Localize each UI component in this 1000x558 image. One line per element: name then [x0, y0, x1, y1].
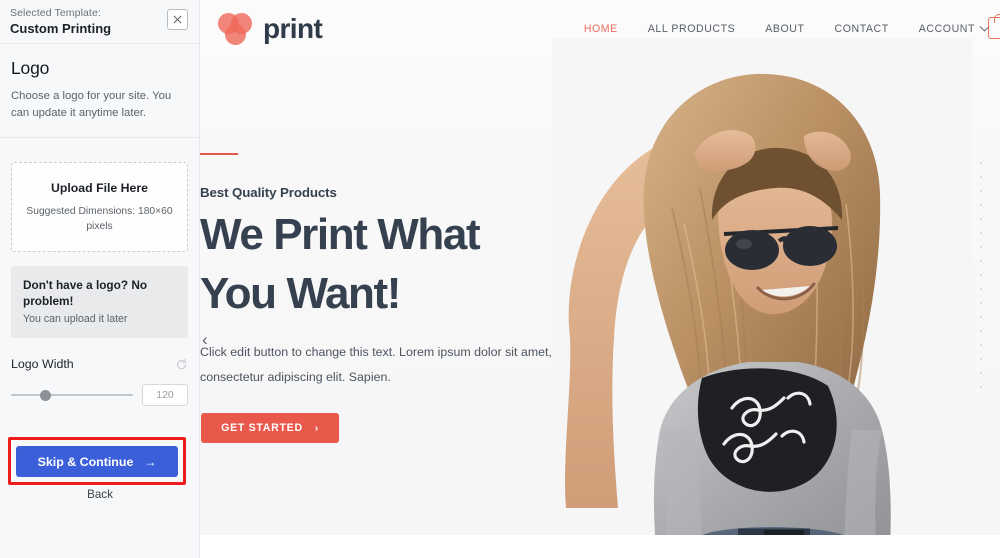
logo-width-input[interactable] [142, 384, 188, 406]
slider-track [11, 394, 133, 396]
nav-item-about[interactable]: ABOUT [765, 23, 804, 35]
chevron-right-icon: › [314, 422, 319, 434]
nav-label: CONTACT [834, 23, 889, 35]
hero-eyebrow: Best Quality Products [200, 185, 337, 200]
selected-template-label: Selected Template: [10, 7, 101, 19]
hero-photo [552, 38, 972, 558]
get-started-label: GET STARTED [221, 422, 303, 434]
footer-strip [200, 535, 1000, 558]
upload-title: Upload File Here [50, 180, 149, 195]
logo-width-row: Logo Width [11, 357, 188, 371]
sidebar-header: Selected Template: Custom Printing [0, 0, 199, 44]
no-logo-subtitle: You can upload it later [23, 313, 128, 325]
logo-width-label: Logo Width [11, 357, 74, 371]
no-logo-notice: Don't have a logo? No problem! You can u… [11, 266, 188, 338]
back-link[interactable]: Back [0, 488, 200, 501]
three-circles-logo-icon [218, 12, 256, 46]
accent-line [200, 153, 238, 155]
hero-headline-line-1: We Print What [200, 210, 481, 259]
selected-template-name: Custom Printing [10, 21, 112, 36]
logo-width-slider[interactable] [11, 388, 133, 402]
get-started-button[interactable]: GET STARTED › [201, 413, 339, 443]
hero-description: Click edit button to change this text. L… [200, 345, 552, 384]
nav-menu: HOME ALL PRODUCTS ABOUT CONTACT ACCOUNT [584, 21, 1000, 35]
nav-item-all-products[interactable]: ALL PRODUCTS [648, 23, 735, 35]
carousel-prev-arrow-icon[interactable]: ‹ [202, 331, 208, 348]
nav-label: HOME [583, 23, 618, 35]
sidebar-step-intro: Logo Choose a logo for your site. You ca… [0, 44, 199, 121]
site-logo[interactable]: print [218, 12, 323, 46]
hero-headline-line-2: You Want! [200, 269, 401, 318]
nav-item-account[interactable]: ACCOUNT [918, 21, 990, 35]
nav-label: ALL PRODUCTS [647, 23, 736, 35]
reset-icon[interactable] [175, 358, 188, 371]
nav-label: ACCOUNT [918, 23, 975, 35]
skip-button-label: Skip & Continue [37, 454, 134, 469]
shopping-bag-icon[interactable] [988, 13, 1000, 39]
no-logo-title: Don't have a logo? No problem! [23, 278, 148, 308]
close-icon[interactable] [167, 9, 188, 30]
arrow-right-icon: → [144, 454, 157, 469]
nav-item-contact[interactable]: CONTACT [835, 23, 889, 35]
setup-wizard-sidebar: Selected Template: Custom Printing Logo … [0, 0, 200, 558]
hero-copy: Best Quality Products We Print What You … [200, 153, 600, 443]
website-preview: print HOME ALL PRODUCTS ABOUT CONTACT AC… [200, 0, 1000, 558]
app-root: Selected Template: Custom Printing Logo … [0, 0, 1000, 558]
nav-label: ABOUT [765, 23, 805, 35]
hero-section: Best Quality Products We Print What You … [200, 38, 1000, 558]
nav-item-home[interactable]: HOME [584, 23, 618, 35]
slider-thumb[interactable] [40, 390, 52, 401]
logo-width-controls [11, 384, 188, 406]
upload-dimensions-hint: Suggested Dimensions: 180×60 pixels [26, 205, 173, 232]
step-description: Choose a logo for your site. You can upd… [11, 90, 172, 119]
upload-file-dropzone[interactable]: Upload File Here Suggested Dimensions: 1… [11, 162, 188, 252]
page-title: Logo [11, 58, 50, 78]
site-canvas: print HOME ALL PRODUCTS ABOUT CONTACT AC… [200, 0, 1000, 558]
divider [0, 137, 199, 138]
skip-and-continue-button[interactable]: Skip & Continue → [16, 446, 178, 477]
brand-name: print [263, 13, 323, 44]
